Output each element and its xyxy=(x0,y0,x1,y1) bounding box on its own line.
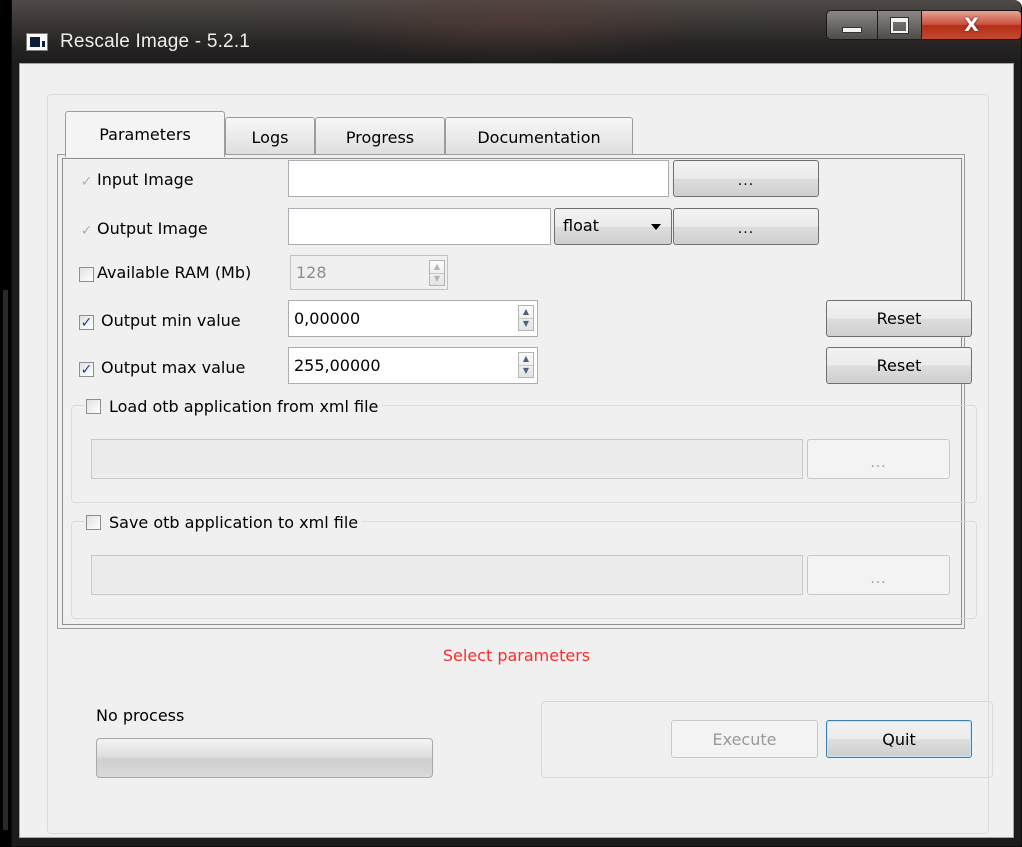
output-min-reset-button[interactable]: Reset xyxy=(826,300,972,337)
app-window: Rescale Image - 5.2.1 X Parameters Logs … xyxy=(11,0,1022,847)
caption-buttons: X xyxy=(826,10,1021,40)
available-ram-spin-buttons[interactable]: ▲ ▼ xyxy=(429,260,445,286)
check-icon: ✓ xyxy=(80,173,93,190)
output-image-field[interactable] xyxy=(288,208,551,245)
close-icon: X xyxy=(964,14,979,36)
save-xml-label: Save otb application to xml file xyxy=(109,512,359,532)
spin-down-icon[interactable]: ▼ xyxy=(430,273,444,285)
available-ram-spinbox[interactable]: 128 xyxy=(290,255,448,290)
output-max-spin-buttons[interactable]: ▲ ▼ xyxy=(518,352,534,378)
chevron-down-icon xyxy=(651,224,661,230)
check-icon: ✓ xyxy=(80,361,93,378)
output-image-browse-button[interactable]: ... xyxy=(673,208,819,245)
input-image-browse-button[interactable]: ... xyxy=(673,160,819,197)
tab-progress-label: Progress xyxy=(345,127,415,147)
available-ram-label: Available RAM (Mb) xyxy=(97,263,252,282)
execute-button: Execute xyxy=(671,720,818,758)
minimize-icon xyxy=(842,27,862,33)
tab-logs-label: Logs xyxy=(251,127,289,147)
load-xml-header: Load otb application from xml file xyxy=(84,395,383,417)
process-status-label: No process xyxy=(96,706,185,725)
tab-progress[interactable]: Progress xyxy=(315,117,445,156)
load-xml-browse-button: ... xyxy=(807,439,950,479)
input-image-field[interactable] xyxy=(288,160,669,197)
tab-parameters-label: Parameters xyxy=(99,125,191,144)
status-message: Select parameters xyxy=(442,646,591,665)
tab-documentation[interactable]: Documentation xyxy=(445,117,633,156)
pixel-type-value: float xyxy=(563,216,599,235)
save-xml-header: Save otb application to xml file xyxy=(84,511,363,533)
output-max-reset-button[interactable]: Reset xyxy=(826,347,972,384)
output-min-label: Output min value xyxy=(101,311,241,330)
output-max-label: Output max value xyxy=(101,358,246,377)
output-max-spinbox[interactable]: 255,00000 xyxy=(288,347,538,384)
load-xml-checkbox[interactable] xyxy=(86,398,101,414)
input-image-label: Input Image xyxy=(97,170,194,189)
output-min-spinbox[interactable]: 0,00000 xyxy=(288,300,538,337)
load-xml-label: Load otb application from xml file xyxy=(109,396,379,416)
output-min-checkbox[interactable]: ✓ xyxy=(79,315,94,330)
output-image-checkbox: ✓ xyxy=(79,223,94,238)
tab-logs[interactable]: Logs xyxy=(225,117,315,156)
available-ram-checkbox[interactable] xyxy=(79,267,94,282)
client-area: Parameters Logs Progress Documentation ✓… xyxy=(19,63,1014,838)
tab-parameters[interactable]: Parameters xyxy=(65,111,225,157)
save-xml-browse-button: ... xyxy=(807,555,950,595)
save-xml-checkbox[interactable] xyxy=(86,514,101,530)
check-icon: ✓ xyxy=(80,314,93,331)
close-button[interactable]: X xyxy=(922,10,1021,40)
check-icon: ✓ xyxy=(80,222,93,239)
load-xml-path-field xyxy=(91,439,803,479)
maximize-icon xyxy=(890,16,909,34)
minimize-button[interactable] xyxy=(826,10,878,40)
save-xml-path-field xyxy=(91,555,803,595)
spin-down-icon[interactable]: ▼ xyxy=(519,365,533,377)
app-icon[interactable] xyxy=(26,33,48,51)
quit-button[interactable]: Quit xyxy=(826,720,972,758)
maximize-button[interactable] xyxy=(878,10,922,40)
spin-down-icon[interactable]: ▼ xyxy=(519,318,533,330)
output-min-spin-buttons[interactable]: ▲ ▼ xyxy=(518,305,534,331)
output-max-checkbox[interactable]: ✓ xyxy=(79,362,94,377)
output-image-label: Output Image xyxy=(97,219,208,238)
tab-documentation-label: Documentation xyxy=(477,127,601,147)
pixel-type-select[interactable]: float xyxy=(554,208,672,245)
progress-bar xyxy=(96,738,433,778)
window-title: Rescale Image - 5.2.1 xyxy=(60,31,251,52)
input-image-checkbox: ✓ xyxy=(79,174,94,189)
